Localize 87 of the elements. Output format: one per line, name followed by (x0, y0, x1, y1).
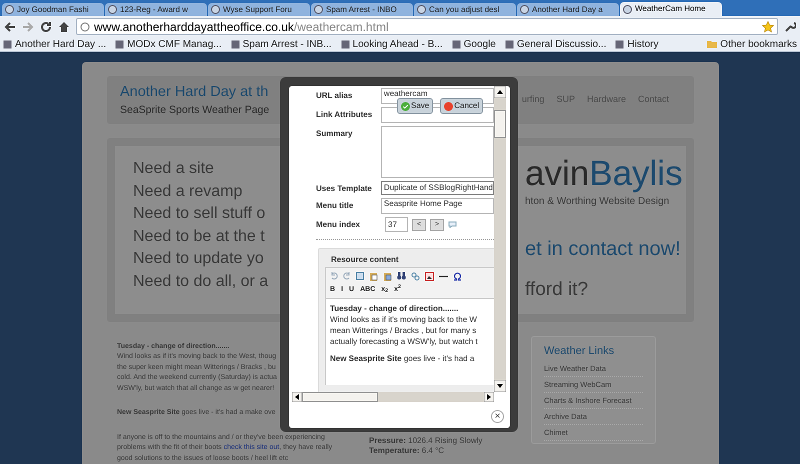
image-icon[interactable] (425, 272, 434, 280)
panel-title: Resource content (330, 254, 400, 266)
editor-text: actually forecasting a WSW'ly, but watch t (330, 336, 479, 347)
page-icon (80, 22, 90, 32)
wrench-icon[interactable] (784, 20, 796, 32)
scroll-left-icon[interactable] (292, 392, 302, 402)
field-label: URL alias (316, 90, 354, 102)
page-icon (314, 5, 323, 14)
folder-icon (707, 40, 718, 48)
stop-icon (444, 102, 454, 110)
bookmark[interactable]: Another Hard Day ... (3, 36, 106, 52)
bookmark[interactable]: General Discussio... (504, 36, 606, 52)
scroll-up-icon[interactable] (494, 86, 506, 98)
replace-icon[interactable] (411, 272, 420, 280)
address-bar[interactable]: www.anotherharddayattheoffice.co.uk/weathercam.html (76, 18, 778, 35)
sidebar-heading: Weather Links (544, 344, 616, 358)
weather-reading: Pressure: 1026.4 Rising Slowly (369, 436, 484, 446)
tagline: hton & Worthing Website Design (525, 195, 670, 210)
field-label: Menu index (316, 219, 362, 231)
browser-tab[interactable]: Wyse Support Foru (208, 3, 310, 16)
horizontal-scrollbar[interactable] (292, 392, 494, 402)
bookmark[interactable]: Google (452, 36, 496, 52)
omega-icon[interactable] (453, 272, 462, 280)
banner-line: Need to update yo (133, 249, 265, 270)
editor-text: New Seasprite Site goes live - it's had a (330, 353, 476, 364)
page-icon (504, 40, 514, 48)
browser-tab[interactable]: 123-Reg - Award w (105, 3, 207, 16)
field-label: Menu title (316, 200, 354, 212)
home-icon[interactable] (58, 20, 70, 32)
select-all-icon[interactable] (356, 272, 364, 280)
back-icon[interactable] (4, 20, 16, 32)
page-icon (452, 40, 461, 48)
page-icon (230, 40, 240, 48)
field-label: Summary (316, 128, 354, 140)
page-icon (3, 40, 12, 48)
browser-tab[interactable]: Joy Goodman Fashi (2, 3, 104, 16)
vertical-scrollbar[interactable] (494, 86, 506, 392)
banner-line: Need to be at the t (133, 226, 266, 247)
editor-text: Tuesday - change of direction....... (330, 303, 460, 314)
page-icon (623, 4, 632, 14)
weather-reading: Temperature: 6.4 °C (369, 446, 446, 456)
banner-line: Need a site (133, 159, 215, 180)
scroll-thumb[interactable] (494, 110, 506, 138)
browser-tab[interactable]: Another Hard Day a (517, 3, 619, 16)
binoculars-icon[interactable] (397, 272, 406, 280)
url-text: www.anotherharddayattheoffice.co.uk/weathercam.html (94, 18, 389, 36)
text-field[interactable]: Seasprite Home Page (380, 198, 494, 214)
site-title: Another Hard Day at th (120, 83, 270, 102)
page-icon (340, 40, 350, 48)
field-label: Link Attributes (316, 109, 374, 121)
star-icon[interactable] (762, 20, 774, 32)
save-button[interactable]: Save (397, 98, 434, 114)
page-icon (108, 5, 117, 14)
page-icon (417, 5, 426, 14)
banner-line: Need to do all, or a (133, 272, 270, 292)
brand-logo: avinBaylis (525, 154, 683, 194)
editor-text: Wind looks as if it's moving back to the W (330, 314, 478, 325)
other-bookmarks[interactable]: Other bookmarks (707, 36, 797, 52)
page-icon (615, 40, 624, 48)
site-subtitle: SeaSprite Sports Weather Page (120, 103, 270, 118)
reload-icon[interactable] (40, 20, 52, 32)
speech-bubble-icon[interactable] (448, 221, 457, 228)
index-field[interactable]: 37 (385, 217, 408, 232)
cancel-button[interactable]: Cancel (440, 98, 484, 114)
scroll-right-icon[interactable] (484, 392, 494, 402)
bookmark[interactable]: Spam Arrest - INB... (230, 36, 332, 52)
contact-heading: et in contact now! (525, 237, 682, 262)
close-button[interactable]: × (491, 410, 504, 423)
check-icon (401, 102, 410, 110)
field-label: Uses Template (316, 183, 373, 195)
page-icon (520, 5, 529, 14)
bookmark[interactable]: MODx CMF Manag... (115, 36, 222, 52)
template-dropdown[interactable]: Duplicate of SSBlogRightHand (380, 181, 494, 195)
page-icon (211, 5, 220, 14)
browser-tab[interactable]: Spam Arrest - INBO (311, 3, 413, 16)
bookmark[interactable]: Looking Ahead - B... (340, 36, 443, 52)
browser-tab[interactable]: Can you adjust desl (414, 3, 516, 16)
page-icon (5, 5, 14, 14)
editor-content[interactable] (325, 299, 494, 385)
bookmark[interactable]: History (615, 36, 658, 52)
banner-line: Need to sell stuff o (133, 204, 266, 224)
scroll-down-icon[interactable] (494, 380, 506, 392)
banner-line: Need a revamp (133, 182, 244, 202)
editor-text: mean Witterings / Bracks , but for many s (330, 325, 478, 336)
page-icon (115, 40, 124, 48)
browser-tab[interactable]: WeatherCam Home (620, 2, 722, 16)
banner-line: fford it? (525, 278, 590, 302)
